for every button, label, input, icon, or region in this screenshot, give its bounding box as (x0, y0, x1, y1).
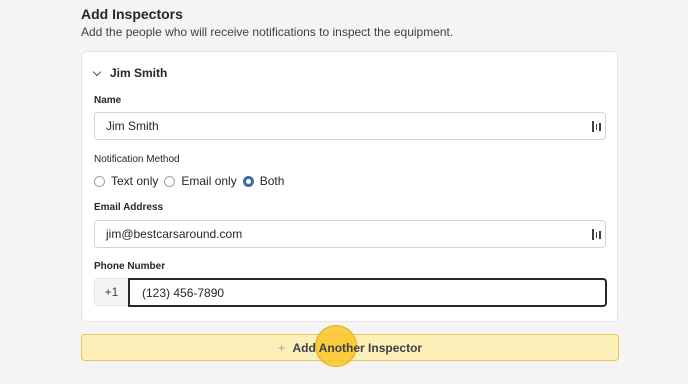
password-manager-icon[interactable] (592, 229, 601, 240)
radio-email-only-label: Email only (181, 174, 237, 188)
phone-field[interactable]: (123) 456-7890 (128, 278, 607, 307)
inspector-card-title: Jim Smith (110, 66, 168, 80)
radio-email-only-circle[interactable] (164, 175, 176, 187)
notification-method-group: Text only Email only Both (94, 174, 290, 188)
radio-email-only[interactable]: Email only (164, 174, 237, 188)
name-field[interactable]: Jim Smith (94, 112, 606, 140)
radio-text-only[interactable]: Text only (94, 174, 158, 188)
phone-prefix: +1 (94, 278, 128, 306)
add-another-inspector-label: Add Another Inspector (292, 340, 423, 355)
radio-text-only-circle[interactable] (94, 175, 105, 187)
radio-both-circle[interactable] (242, 175, 254, 187)
radio-text-only-label: Text only (111, 174, 159, 188)
email-field[interactable]: jim@bestcarsaround.com (94, 220, 606, 248)
chevron-down-icon (92, 67, 102, 76)
radio-both[interactable]: Both (242, 174, 285, 188)
name-field-value: Jim Smith (106, 119, 159, 133)
email-label: Email Address (94, 202, 164, 213)
add-another-inspector-button[interactable]: + Add Another Inspector (81, 334, 619, 361)
section-title: Add Inspectors (81, 6, 183, 22)
password-manager-icon[interactable] (592, 121, 601, 132)
phone-field-group: +1 (123) 456-7890 (94, 278, 607, 307)
plus-icon: + (277, 340, 286, 355)
name-label: Name (94, 95, 122, 106)
phone-field-value: (123) 456-7890 (142, 285, 225, 300)
inspector-card-header[interactable]: Jim Smith (92, 66, 168, 80)
notification-method-label: Notification Method (94, 154, 180, 165)
section-description: Add the people who will receive notifica… (81, 25, 454, 39)
inspector-card: Jim Smith Name Jim Smith Notification Me… (81, 51, 618, 322)
phone-label: Phone Number (94, 261, 166, 272)
radio-both-label: Both (259, 174, 285, 188)
email-field-value: jim@bestcarsaround.com (106, 227, 243, 241)
